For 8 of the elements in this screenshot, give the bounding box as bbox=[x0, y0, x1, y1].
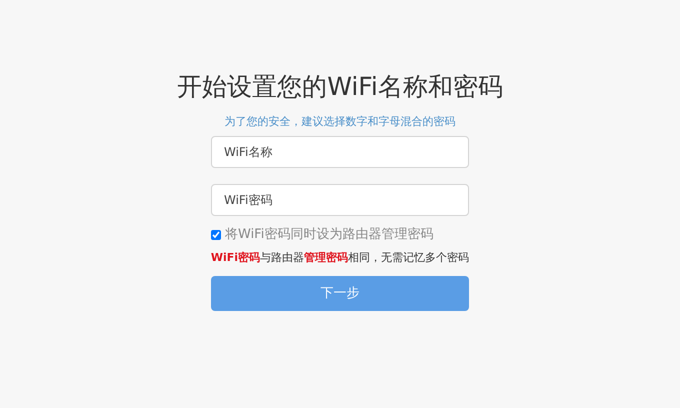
page-title: 开始设置您的WiFi名称和密码 bbox=[177, 71, 503, 103]
input-field[interactable]: WiFi名称 bbox=[211, 136, 469, 168]
sync-label: 将WiFi密码同时设为路由器管理密码 bbox=[225, 226, 434, 244]
next-button[interactable]: 下一步 bbox=[211, 276, 469, 311]
password-note: WiFi密码与路由器管理密码相同，无需记忆多个密码 bbox=[210, 250, 470, 266]
security-hint: 为了您的安全，建议选择数字和字母混合的密码 bbox=[224, 114, 456, 130]
sync-checkbox[interactable] bbox=[211, 230, 221, 240]
input-field[interactable]: WiFi密码 bbox=[211, 184, 469, 216]
